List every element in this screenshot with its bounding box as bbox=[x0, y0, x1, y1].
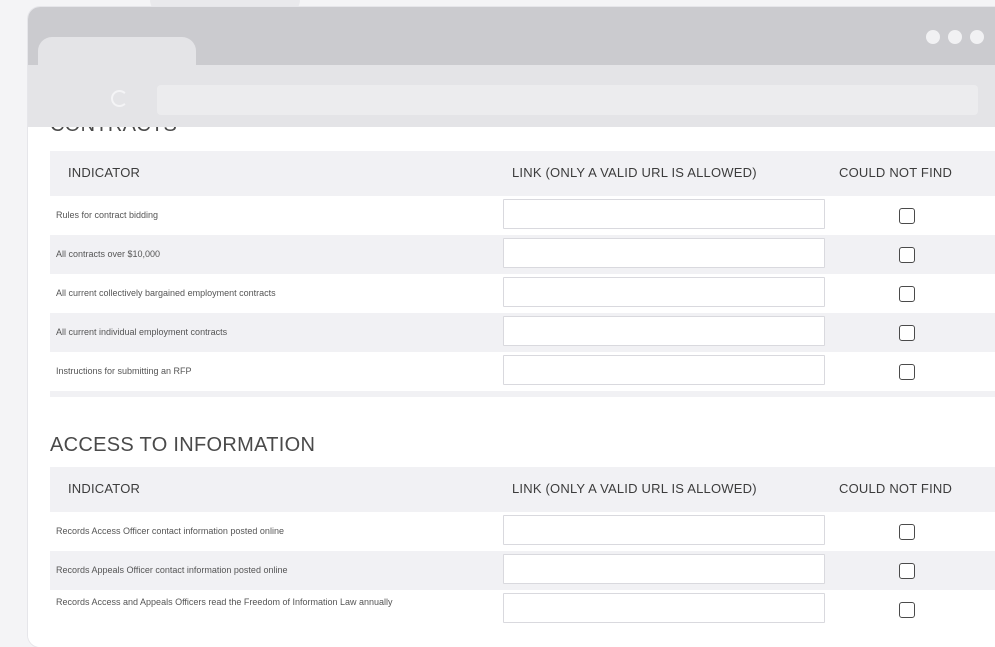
browser-tab[interactable] bbox=[38, 37, 196, 67]
could-not-find-checkbox[interactable] bbox=[899, 247, 915, 263]
header-indicator: INDICATOR bbox=[68, 481, 141, 496]
link-input[interactable] bbox=[503, 355, 825, 385]
window-controls bbox=[926, 30, 984, 44]
could-not-find-checkbox[interactable] bbox=[899, 364, 915, 380]
table-row: Instructions for submitting an RFP bbox=[50, 352, 995, 391]
table-row: All current individual employment contra… bbox=[50, 313, 995, 352]
table-row: Rules for contract bidding bbox=[50, 196, 995, 235]
indicator-label: Records Appeals Officer contact informat… bbox=[56, 565, 288, 575]
indicator-label: Records Access Officer contact informati… bbox=[56, 526, 284, 536]
header-link: LINK (ONLY A VALID URL IS ALLOWED) bbox=[512, 481, 757, 496]
table-row: All current collectively bargained emplo… bbox=[50, 274, 995, 313]
link-input[interactable] bbox=[503, 593, 825, 623]
header-indicator: INDICATOR bbox=[68, 165, 141, 180]
access-to-information-table: INDICATOR LINK (ONLY A VALID URL IS ALLO… bbox=[50, 467, 995, 629]
indicator-label: Instructions for submitting an RFP bbox=[56, 366, 192, 376]
link-input[interactable] bbox=[503, 554, 825, 584]
indicator-label: All current collectively bargained emplo… bbox=[56, 288, 276, 298]
header-could-not-find: COULD NOT FIND bbox=[839, 165, 953, 180]
section-title-access-to-information: ACCESS TO INFORMATION bbox=[50, 434, 316, 456]
table-row: Records Appeals Officer contact informat… bbox=[50, 551, 995, 590]
contracts-table: INDICATOR LINK (ONLY A VALID URL IS ALLO… bbox=[50, 151, 995, 397]
could-not-find-checkbox[interactable] bbox=[899, 286, 915, 302]
table-header: INDICATOR LINK (ONLY A VALID URL IS ALLO… bbox=[50, 151, 995, 196]
browser-window: CONTRACTS INDICATOR LINK (ONLY A VALID U… bbox=[28, 7, 995, 647]
link-input[interactable] bbox=[503, 316, 825, 346]
header-could-not-find: COULD NOT FIND bbox=[839, 481, 953, 496]
address-bar[interactable] bbox=[157, 85, 978, 115]
could-not-find-checkbox[interactable] bbox=[899, 208, 915, 224]
title-bar bbox=[28, 7, 995, 67]
link-input[interactable] bbox=[503, 277, 825, 307]
could-not-find-checkbox[interactable] bbox=[899, 524, 915, 540]
indicator-label: All current individual employment contra… bbox=[56, 327, 228, 337]
header-link: LINK (ONLY A VALID URL IS ALLOWED) bbox=[512, 165, 757, 180]
link-input[interactable] bbox=[503, 238, 825, 268]
window-dot-icon[interactable] bbox=[970, 30, 984, 44]
indicator-label: All contracts over $10,000 bbox=[56, 249, 161, 259]
window-dot-icon[interactable] bbox=[926, 30, 940, 44]
page-content: CONTRACTS INDICATOR LINK (ONLY A VALID U… bbox=[28, 127, 995, 647]
window-dot-icon[interactable] bbox=[948, 30, 962, 44]
indicator-label: Rules for contract bidding bbox=[56, 210, 159, 220]
could-not-find-checkbox[interactable] bbox=[899, 563, 915, 579]
indicator-label: Records Access and Appeals Officers read… bbox=[56, 597, 393, 607]
table-header: INDICATOR LINK (ONLY A VALID URL IS ALLO… bbox=[50, 467, 995, 512]
link-input[interactable] bbox=[503, 515, 825, 545]
section-title-contracts: CONTRACTS bbox=[50, 127, 177, 137]
table-row: All contracts over $10,000 bbox=[50, 235, 995, 274]
browser-toolbar bbox=[28, 65, 995, 127]
link-input[interactable] bbox=[503, 199, 825, 229]
table-row: Records Access and Appeals Officers read… bbox=[50, 590, 995, 629]
could-not-find-checkbox[interactable] bbox=[899, 325, 915, 341]
table-row: Records Access Officer contact informati… bbox=[50, 512, 995, 551]
reload-icon[interactable] bbox=[111, 90, 128, 107]
